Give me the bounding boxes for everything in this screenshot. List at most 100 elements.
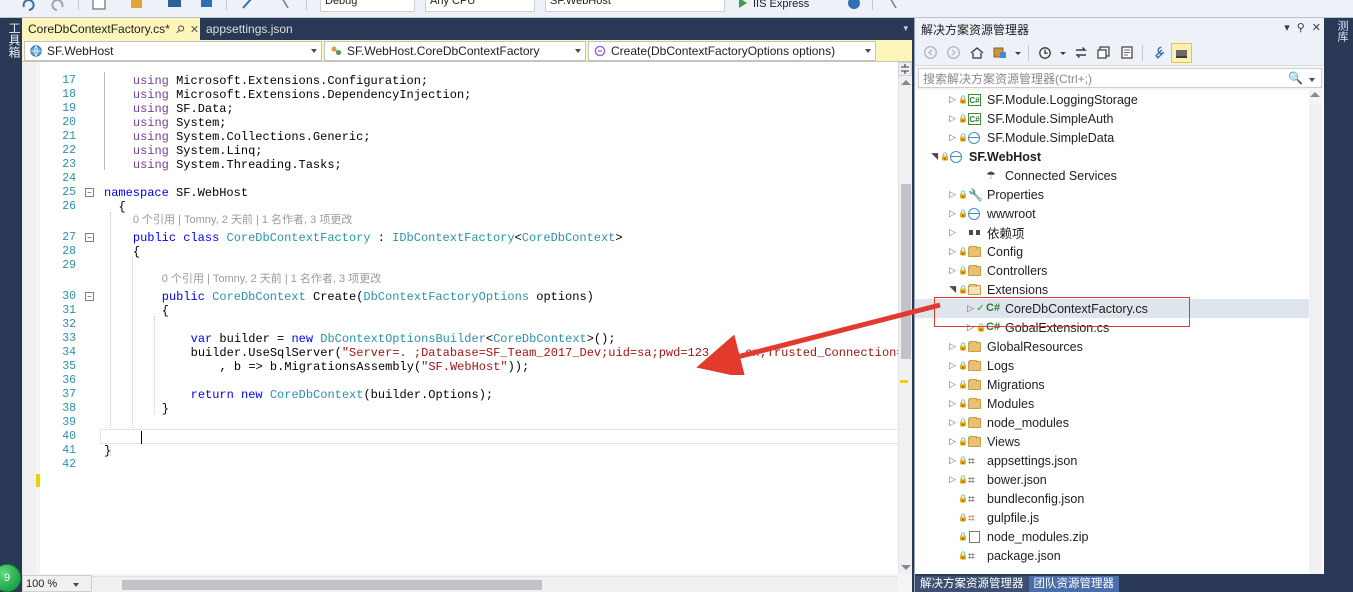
replace-icon[interactable] [276,0,294,12]
tree-item-logs[interactable]: ▷ 🔒 Logs [915,356,1311,375]
chevron-right-icon[interactable]: ▷ [947,417,958,428]
tree-item-migrations[interactable]: ▷ 🔒 Migrations [915,375,1311,394]
code-line[interactable]: using System; [133,116,227,130]
tree-item-package-json[interactable]: 🔒 ⌗ package.json [915,546,1311,565]
editor-horizontal-scrollbar[interactable] [22,576,898,592]
pending-changes-icon[interactable] [1034,43,1055,63]
preview-selected-items-icon[interactable] [1171,42,1192,63]
editor-split-button[interactable] [898,62,912,76]
code-line[interactable]: builder.UseSqlServer("Server=. ;Database… [191,346,904,360]
type-combo[interactable]: SF.WebHost.CoreDbContextFactory [324,41,586,61]
codelens-annotation[interactable]: 0 个引用 | Tomny, 2 天前 | 1 名作者, 3 项更改 [162,273,381,286]
editor-vertical-scrollbar[interactable] [898,76,912,574]
tree-item-[interactable]: ▷ 依赖项 [915,223,1311,242]
member-combo[interactable]: Create(DbContextFactoryOptions options) [588,41,876,61]
chevron-down-icon[interactable] [1309,78,1315,82]
show-all-files-icon[interactable] [1116,43,1137,63]
tree-item-gobalextension-cs[interactable]: ▷ 🔒 C# GobalExtension.cs [915,318,1311,337]
scroll-up-arrow-icon[interactable] [1310,92,1320,97]
tree-item-wwwroot[interactable]: ▷ 🔒 wwwroot [915,204,1311,223]
chevron-right-icon[interactable]: ▷ [947,360,958,371]
chevron-right-icon[interactable]: ▷ [947,94,958,105]
chevron-right-icon[interactable]: ▷ [947,398,958,409]
tab-coredbcontextfactory[interactable]: CoreDbContextFactory.cs* ⚲ ✕ [22,18,200,40]
chevron-right-icon[interactable]: ▷ [947,474,958,485]
code-line[interactable]: using System.Collections.Generic; [133,130,371,144]
chevron-right-icon[interactable]: ▷ [947,208,958,219]
pin-icon[interactable]: ⚲ [172,22,187,36]
toolbox-rail[interactable]: 工具箱 9 [0,18,22,592]
tree-item-coredbcontextfactory-cs[interactable]: ▷ ✓ C# CoreDbContextFactory.cs [915,299,1311,318]
scroll-track[interactable] [1310,104,1321,569]
tree-item-appsettings-json[interactable]: ▷ 🔒 ⌗ appsettings.json [915,451,1311,470]
home-icon[interactable] [966,43,987,63]
tree-item-globalresources[interactable]: ▷ 🔒 GlobalResources [915,337,1311,356]
code-editor[interactable]: 17 18 19 20 21 22 23 24 25 26 27 28 29 30 31 32 33 34 35 36… [22,62,912,574]
right-rail[interactable]: 测库 [1324,18,1353,592]
pin-icon[interactable]: ⚲ [1297,21,1305,35]
code-line[interactable]: , b => b.MigrationsAssembly("SF.WebHost"… [220,360,530,374]
code-line[interactable]: using System.Threading.Tasks; [133,158,342,172]
tree-item-sf-webhost[interactable]: ◢ 🔒 SF.WebHost [915,147,1311,166]
tree-item-extensions[interactable]: ◢ 🔒 Extensions [915,280,1311,299]
chevron-down-icon[interactable]: ◢ [947,284,958,295]
solution-configuration-combo[interactable]: Debug [320,0,415,12]
code-text-area[interactable]: using Microsoft.Extensions.Configuration… [100,62,912,574]
tree-item-node-modules[interactable]: ▷ 🔒 node_modules [915,413,1311,432]
fold-toggle[interactable]: − [85,292,94,301]
vertical-scroll-thumb[interactable] [901,184,911,359]
chevron-down-icon[interactable]: ◢ [929,151,940,162]
forward-icon[interactable] [943,43,964,63]
code-line[interactable]: { [162,304,169,318]
save-all-icon[interactable] [128,0,146,12]
undo-icon[interactable] [20,0,38,12]
fold-toggle[interactable]: − [85,233,94,242]
code-line[interactable]: using System.Linq; [133,144,263,158]
chevron-right-icon[interactable]: ▷ [947,246,958,257]
tab-appsettings[interactable]: appsettings.json [200,18,310,40]
scroll-down-arrow-icon[interactable] [901,565,911,570]
solution-platform-combo[interactable]: Any CPU [425,0,535,12]
start-debugging-button[interactable]: IIS Express [735,0,835,12]
comment-icon[interactable] [166,0,184,12]
code-line[interactable]: public CoreDbContext Create(DbContextFac… [162,290,594,304]
chevron-right-icon[interactable]: ▷ [947,227,958,238]
tab-solution-explorer[interactable]: 解决方案资源管理器 [915,576,1029,592]
tree-item-config[interactable]: ▷ 🔒 Config [915,242,1311,261]
back-icon[interactable] [920,43,941,63]
code-line[interactable]: namespace SF.WebHost [104,186,248,200]
close-icon[interactable]: ✕ [190,23,199,36]
code-line[interactable]: } [162,402,169,416]
tree-item-views[interactable]: ▷ 🔒 Views [915,432,1311,451]
tab-team-explorer[interactable]: 团队资源管理器 [1028,576,1119,592]
uncomment-icon[interactable] [198,0,216,12]
redo-icon[interactable] [48,0,66,12]
tree-item-bower-json[interactable]: ▷ 🔒 ⌗ bower.json [915,470,1311,489]
code-line[interactable]: using SF.Data; [133,102,234,116]
solution-tree[interactable]: ▷ 🔒 C# SF.Module.LoggingStorage ▷ 🔒 C# SF.Modul… [915,90,1325,585]
tree-item-controllers[interactable]: ▷ 🔒 Controllers [915,261,1311,280]
save-icon[interactable] [90,0,108,12]
code-line[interactable]: using Microsoft.Extensions.Configuration… [133,74,428,88]
close-icon[interactable]: ✕ [1312,21,1321,35]
scroll-up-arrow-icon[interactable] [901,80,911,85]
tree-item-modules[interactable]: ▷ 🔒 Modules [915,394,1311,413]
chevron-right-icon[interactable]: ▷ [947,189,958,200]
chevron-right-icon[interactable]: ▷ [947,341,958,352]
debug-step-icon[interactable] [884,0,902,12]
code-line[interactable]: return new CoreDbContext(builder.Options… [191,388,493,402]
chevron-down-icon-2[interactable] [1057,43,1068,63]
chevron-right-icon[interactable]: ▷ [965,322,976,333]
chevron-right-icon[interactable]: ▷ [947,132,958,143]
solution-explorer-scrollbar[interactable] [1309,90,1322,585]
properties-icon[interactable] [1148,43,1169,63]
tree-item-connected-services[interactable]: ☂ Connected Services [915,166,1311,185]
fold-toggle[interactable]: − [85,188,94,197]
tree-item-sf-module-simpleauth[interactable]: ▷ 🔒 C# SF.Module.SimpleAuth [915,109,1311,128]
chevron-down-icon[interactable] [1012,43,1023,63]
tree-item-node-modules-zip[interactable]: 🔒 node_modules.zip [915,527,1311,546]
chevron-right-icon[interactable]: ▷ [947,379,958,390]
collapse-all-icon[interactable] [1093,43,1114,63]
chevron-right-icon[interactable]: ▷ [965,303,976,314]
chevron-right-icon[interactable]: ▷ [947,113,958,124]
